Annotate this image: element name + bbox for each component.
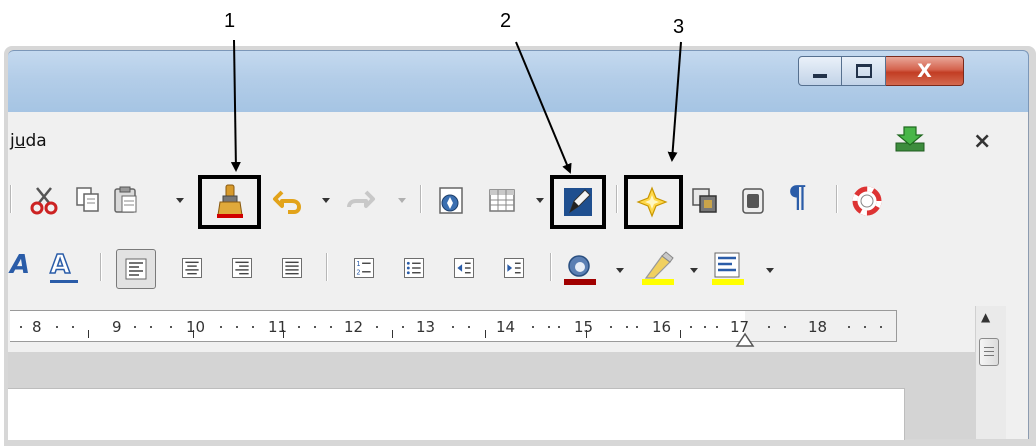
ruler-dot bbox=[636, 326, 638, 328]
highlighting-icon[interactable] bbox=[640, 248, 676, 288]
ruler-dot bbox=[610, 326, 612, 328]
vertical-scrollbar[interactable] bbox=[975, 306, 1006, 439]
ruler-tab-stop[interactable] bbox=[88, 330, 89, 338]
ruler-label: 8 bbox=[32, 318, 42, 336]
callout-number-3: 3 bbox=[673, 16, 685, 38]
svg-text:2: 2 bbox=[356, 269, 360, 277]
font-color-dropdown[interactable] bbox=[614, 255, 626, 285]
right-indent-marker[interactable] bbox=[733, 332, 757, 348]
callout-number-1: 1 bbox=[224, 10, 236, 32]
ruler-dot bbox=[134, 326, 136, 328]
ruler-dot bbox=[690, 326, 692, 328]
ruler-dot bbox=[150, 326, 152, 328]
ruler-label: 13 bbox=[416, 318, 436, 336]
toolbar-separator bbox=[550, 253, 552, 281]
ruler-dot bbox=[56, 326, 58, 328]
ruler-label: 18 bbox=[808, 318, 828, 336]
document-page[interactable] bbox=[8, 388, 905, 440]
ruler-dot bbox=[880, 326, 882, 328]
ruler-tab-stop[interactable] bbox=[283, 330, 284, 338]
callout-arrow-3 bbox=[667, 41, 682, 162]
ruler-tab-stop[interactable] bbox=[392, 330, 393, 338]
ruler-label: 16 bbox=[652, 318, 672, 336]
justify-icon[interactable] bbox=[274, 250, 310, 286]
ruler-dot bbox=[558, 326, 560, 328]
align-left-button[interactable] bbox=[116, 249, 156, 289]
decrease-indent-icon[interactable] bbox=[446, 250, 482, 286]
ruler-tab-stop[interactable] bbox=[193, 330, 194, 338]
ruler-dot bbox=[376, 326, 378, 328]
ruler-dot bbox=[236, 326, 238, 328]
callout-number-2: 2 bbox=[500, 10, 512, 32]
outline-underline bbox=[50, 280, 78, 283]
ruler-dot bbox=[314, 326, 316, 328]
background-color-icon[interactable] bbox=[710, 248, 746, 288]
ruler-dot bbox=[848, 326, 850, 328]
bullets-icon[interactable] bbox=[396, 250, 432, 286]
svg-text:1: 1 bbox=[356, 260, 360, 268]
ruler-dot bbox=[452, 326, 454, 328]
align-center-icon[interactable] bbox=[174, 250, 210, 286]
ruler-dot bbox=[220, 326, 222, 328]
ruler-label: 15 bbox=[574, 318, 594, 336]
highlighting-dropdown[interactable] bbox=[688, 255, 700, 285]
increase-indent-icon[interactable] bbox=[496, 250, 532, 286]
scroll-thumb[interactable] bbox=[979, 338, 999, 366]
outline-button[interactable]: A bbox=[49, 249, 71, 281]
ruler-dot bbox=[468, 326, 470, 328]
numbering-icon[interactable]: 1 2 bbox=[346, 250, 382, 286]
background-color-dropdown[interactable] bbox=[764, 255, 776, 285]
ruler-dot bbox=[298, 326, 300, 328]
align-left-icon bbox=[125, 258, 147, 280]
ruler-dot bbox=[704, 326, 706, 328]
ruler-dot bbox=[402, 326, 404, 328]
ruler-dot bbox=[716, 326, 718, 328]
scroll-up-arrow-icon[interactable]: ▲ bbox=[981, 310, 990, 324]
ruler-dot bbox=[548, 326, 550, 328]
ruler-label: 11 bbox=[268, 318, 288, 336]
ruler-dot bbox=[626, 326, 628, 328]
callout-arrow-2 bbox=[515, 41, 572, 174]
callout-arrow-1 bbox=[230, 39, 241, 172]
font-color-icon[interactable] bbox=[562, 248, 598, 288]
ruler-dot bbox=[252, 326, 254, 328]
ruler-dot bbox=[784, 326, 786, 328]
ruler-dot bbox=[20, 326, 22, 328]
ruler-label: 9 bbox=[112, 318, 122, 336]
callout-arrows bbox=[230, 39, 682, 174]
ruler-tab-stop[interactable] bbox=[586, 330, 587, 338]
ruler-tab-stop[interactable] bbox=[680, 330, 681, 338]
align-right-icon[interactable] bbox=[224, 250, 260, 286]
ruler-label: 10 bbox=[186, 318, 206, 336]
shadow-button[interactable]: A bbox=[10, 250, 30, 280]
ruler-label: 12 bbox=[344, 318, 364, 336]
ruler-dot bbox=[170, 326, 172, 328]
ruler-dot bbox=[768, 326, 770, 328]
ruler-dot bbox=[532, 326, 534, 328]
ruler-tab-stop[interactable] bbox=[485, 330, 486, 338]
ruler-label: 14 bbox=[496, 318, 516, 336]
ruler-dot bbox=[864, 326, 866, 328]
toolbar-separator bbox=[326, 253, 328, 281]
toolbar-separator bbox=[100, 253, 102, 281]
ruler-dot bbox=[330, 326, 332, 328]
ruler-dot bbox=[72, 326, 74, 328]
